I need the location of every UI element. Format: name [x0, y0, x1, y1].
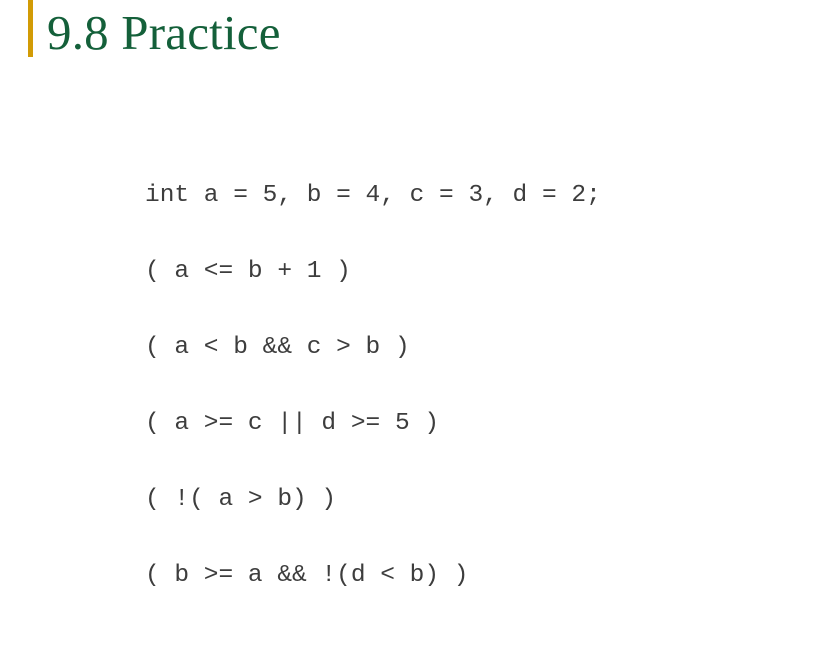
code-line: ( a <= b + 1 ) [145, 258, 351, 285]
page-title: 9.8 Practice [47, 5, 281, 60]
code-line: ( a < b && c > b ) [145, 334, 410, 361]
title-accent-bar [28, 0, 33, 57]
slide-title-block: 9.8 Practice [0, 0, 825, 100]
code-line: ( a >= c || d >= 5 ) [145, 410, 440, 437]
code-block: int a = 5, b = 4, c = 3, d = 2; ( a <= b… [145, 181, 805, 591]
code-line: ( !( a > b) ) [145, 486, 337, 513]
slide: 9.8 Practice int a = 5, b = 4, c = 3, d … [0, 0, 825, 672]
code-line: ( b >= a && !(d < b) ) [145, 562, 469, 589]
code-line: int a = 5, b = 4, c = 3, d = 2; [145, 182, 601, 209]
